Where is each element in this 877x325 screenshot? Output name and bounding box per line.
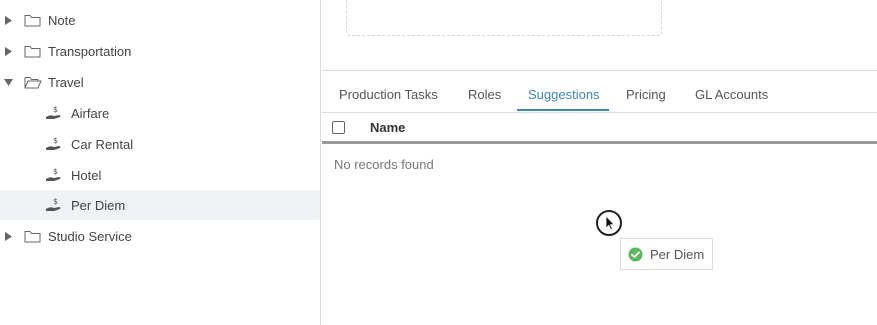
tab-gl-accounts[interactable]: GL Accounts	[695, 72, 768, 112]
svg-text:$: $	[53, 197, 58, 206]
select-all-checkbox[interactable]	[332, 121, 345, 134]
folder-icon	[24, 45, 41, 58]
tree-item-label: Car Rental	[71, 136, 134, 152]
mouse-cursor-icon	[596, 210, 622, 236]
money-hand-icon: $	[45, 196, 63, 214]
tree-item-label: Studio Service	[48, 228, 132, 244]
drag-preview-label: Per Diem	[650, 246, 705, 262]
tree-item-label: Travel	[48, 74, 84, 90]
folder-open-icon	[24, 76, 42, 89]
detail-panel	[322, 0, 877, 71]
tree-item-per-diem[interactable]: $ Per Diem	[0, 190, 320, 220]
tree-item-label: Airfare	[71, 105, 110, 121]
tab-production-tasks[interactable]: Production Tasks	[339, 72, 438, 112]
tree-item-car-rental[interactable]: $ Car Rental	[0, 129, 320, 159]
caret-right-icon[interactable]	[4, 46, 13, 56]
tree-item-airfare[interactable]: $ Airfare	[0, 98, 320, 128]
caret-right-icon[interactable]	[4, 15, 13, 25]
drop-zone[interactable]	[346, 0, 662, 36]
tab-pricing[interactable]: Pricing	[626, 72, 666, 112]
empty-state-text: No records found	[334, 157, 434, 172]
tab-suggestions[interactable]: Suggestions	[528, 72, 600, 112]
svg-text:$: $	[53, 167, 58, 176]
money-hand-icon: $	[45, 166, 63, 184]
folder-icon	[24, 14, 41, 27]
tree-item-label: Per Diem	[71, 197, 126, 213]
tree-item-transportation[interactable]: Transportation	[0, 36, 320, 66]
caret-down-icon[interactable]	[4, 78, 13, 87]
grid-header: Name	[322, 113, 877, 144]
tree-item-travel[interactable]: Travel	[0, 67, 320, 97]
tree-item-hotel[interactable]: $ Hotel	[0, 160, 320, 190]
tree-item-label: Transportation	[48, 43, 132, 59]
tab-roles[interactable]: Roles	[468, 72, 501, 112]
tree-item-label: Hotel	[71, 167, 102, 183]
money-hand-icon: $	[45, 104, 63, 122]
tree-item-studio-service[interactable]: Studio Service	[0, 221, 320, 251]
check-circle-icon	[628, 247, 643, 262]
svg-text:$: $	[53, 105, 58, 114]
svg-text:$: $	[53, 136, 58, 145]
active-tab-indicator	[517, 109, 609, 111]
tree-item-label: Note	[48, 12, 76, 28]
column-header-name[interactable]: Name	[370, 120, 405, 135]
money-hand-icon: $	[45, 135, 63, 153]
tab-bar: Production Tasks Roles Suggestions Prici…	[322, 72, 877, 113]
folder-icon	[24, 230, 41, 243]
caret-right-icon[interactable]	[4, 231, 13, 241]
category-tree: Note Transportation Travel $ Airfare $ C…	[0, 0, 321, 325]
drag-preview-chip: Per Diem	[620, 238, 713, 270]
tree-item-note[interactable]: Note	[0, 5, 320, 35]
